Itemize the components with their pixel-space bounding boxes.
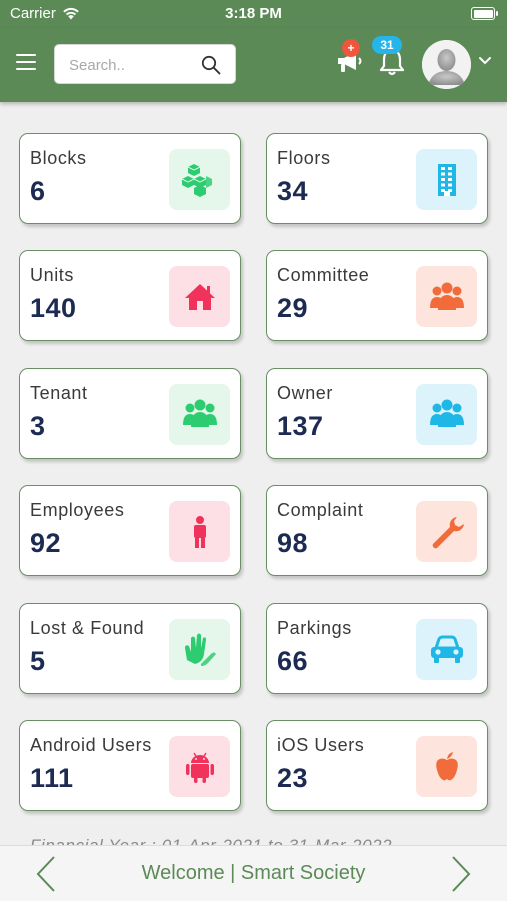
card-committee[interactable]: Committee 29 [266, 250, 488, 342]
card-icon-tile [416, 266, 477, 328]
wrench-icon [432, 516, 464, 548]
card-label: Lost & Found [30, 617, 145, 638]
card-value: 111 [30, 763, 74, 793]
card-icon-tile [416, 618, 477, 680]
card-android-users[interactable]: Android Users 111 [19, 720, 241, 811]
card-value: 5 [30, 645, 46, 676]
card-icon-tile [416, 149, 477, 210]
card-label: Committee [277, 265, 370, 286]
user-avatar-icon [422, 40, 471, 89]
card-complaint[interactable]: Complaint 98 [266, 485, 488, 577]
group-icon [182, 399, 217, 428]
welcome-text: Welcome | Smart Society [141, 862, 366, 884]
avatar[interactable] [422, 40, 471, 89]
card-units[interactable]: Units 140 [19, 250, 241, 342]
announcement-button[interactable]: + [334, 39, 366, 77]
group-icon [429, 399, 464, 428]
card-icon-tile [169, 383, 230, 445]
next-arrow-icon[interactable] [449, 854, 473, 894]
search-input[interactable] [67, 45, 201, 85]
card-label: Parkings [277, 617, 352, 638]
card-icon-tile [416, 736, 477, 797]
card-value: 140 [30, 293, 77, 324]
card-label: iOS Users [277, 735, 365, 755]
status-time: 3:18 PM [225, 5, 282, 22]
chevron-down-icon[interactable] [478, 56, 492, 66]
card-blocks[interactable]: Blocks 6 [19, 133, 241, 224]
card-icon-tile [169, 736, 230, 797]
card-value: 29 [277, 293, 309, 324]
apple-icon [435, 751, 458, 780]
card-icon-tile [169, 149, 230, 210]
card-icon-tile [169, 266, 230, 328]
notification-badge: 31 [372, 36, 402, 54]
search-box [54, 44, 236, 85]
card-icon-tile [416, 501, 477, 563]
cubes-icon [181, 163, 212, 197]
card-value: 92 [30, 528, 62, 559]
card-label: Floors [277, 148, 331, 168]
android-icon [185, 752, 214, 783]
search-icon[interactable] [201, 55, 221, 75]
battery-icon [471, 7, 498, 20]
card-icon-tile [169, 618, 230, 680]
card-floors[interactable]: Floors 34 [266, 133, 488, 224]
home-icon [184, 283, 215, 310]
card-label: Blocks [30, 148, 87, 168]
card-tenant[interactable]: Tenant 3 [19, 367, 241, 459]
card-label: Units [30, 265, 75, 286]
group-icon [429, 282, 464, 310]
notifications-button[interactable]: 31 [372, 36, 408, 78]
card-value: 98 [277, 528, 309, 559]
bottom-bar: Welcome | Smart Society [0, 845, 507, 901]
car-icon [430, 635, 463, 664]
card-employees[interactable]: Employees 92 [19, 485, 241, 577]
card-label: Owner [277, 382, 334, 403]
card-icon-tile [416, 383, 477, 445]
card-value: 34 [277, 176, 309, 206]
card-value: 66 [277, 645, 309, 676]
card-value: 3 [30, 410, 46, 441]
hamburger-menu-icon[interactable] [16, 54, 36, 71]
card-value: 137 [277, 410, 324, 441]
announcement-badge: + [342, 39, 360, 57]
app-header: + 31 [0, 28, 507, 102]
card-value: 23 [277, 763, 309, 793]
card-label: Employees [30, 500, 125, 521]
card-value: 6 [30, 176, 46, 206]
hands-icon [184, 633, 216, 667]
card-label: Complaint [277, 500, 364, 521]
card-lost-found[interactable]: Lost & Found 5 [19, 602, 241, 694]
card-icon-tile [169, 501, 230, 563]
building-icon [437, 163, 456, 196]
card-ios-users[interactable]: iOS Users 23 [266, 720, 488, 811]
card-label: Tenant [30, 382, 88, 403]
person-icon [193, 515, 206, 548]
card-owner[interactable]: Owner 137 [266, 367, 488, 459]
card-label: Android Users [30, 735, 152, 755]
card-parkings[interactable]: Parkings 66 [266, 602, 488, 694]
status-bar: Carrier 3:18 PM [0, 0, 507, 28]
